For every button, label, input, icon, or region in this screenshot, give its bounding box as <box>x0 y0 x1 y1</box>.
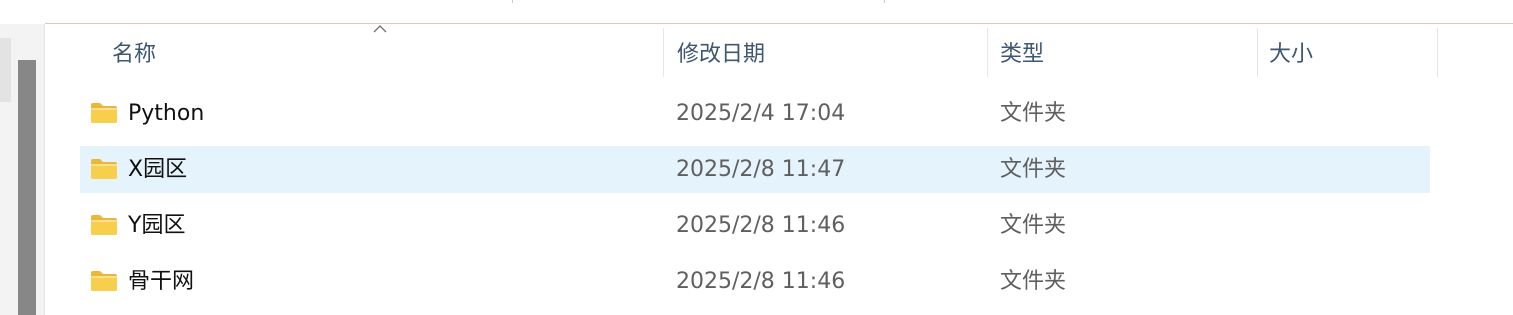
folder-icon <box>91 103 117 123</box>
divider <box>512 0 513 3</box>
file-name[interactable]: X园区 <box>128 146 187 193</box>
column-header-size[interactable]: 大小 <box>1269 28 1434 76</box>
file-type: 文件夹 <box>1000 157 1067 182</box>
file-date: 2025/2/8 11:47 <box>676 157 846 182</box>
column-header-label: 类型 <box>1000 42 1045 67</box>
file-date: 2025/2/8 11:46 <box>676 269 846 294</box>
file-row[interactable]: Y园区 2025/2/8 11:46 文件夹 <box>80 202 1430 249</box>
column-header-label: 名称 <box>112 42 157 67</box>
scrollbar-thumb[interactable] <box>18 60 36 315</box>
file-row[interactable]: 骨干网 2025/2/8 11:46 文件夹 <box>80 258 1430 305</box>
folder-icon <box>91 215 117 235</box>
column-header-date[interactable]: 修改日期 <box>677 28 985 76</box>
file-type: 文件夹 <box>1000 101 1067 126</box>
column-header-label: 大小 <box>1269 42 1314 67</box>
file-type: 文件夹 <box>1000 213 1067 238</box>
folder-icon <box>91 159 117 179</box>
column-divider[interactable] <box>987 28 988 77</box>
column-divider[interactable] <box>1437 28 1438 77</box>
divider <box>884 0 885 3</box>
nav-scrollbar[interactable] <box>0 38 11 102</box>
file-type: 文件夹 <box>1000 269 1067 294</box>
file-name[interactable]: Python <box>128 90 204 137</box>
file-row[interactable]: Python 2025/2/4 17:04 文件夹 <box>80 90 1430 137</box>
file-date: 2025/2/4 17:04 <box>676 101 846 126</box>
file-name[interactable]: 骨干网 <box>128 258 194 305</box>
folder-icon <box>91 271 117 291</box>
toolbar-strip <box>0 0 1513 24</box>
divider <box>44 24 45 315</box>
column-divider[interactable] <box>1257 28 1258 77</box>
column-header-name[interactable]: 名称 <box>112 28 662 76</box>
divider <box>45 23 1513 24</box>
column-header-type[interactable]: 类型 <box>1000 28 1255 76</box>
column-divider[interactable] <box>663 28 664 77</box>
file-date: 2025/2/8 11:46 <box>676 213 846 238</box>
file-name[interactable]: Y园区 <box>128 202 185 249</box>
column-header-label: 修改日期 <box>677 42 766 67</box>
file-row[interactable]: X园区 2025/2/8 11:47 文件夹 <box>80 146 1430 193</box>
